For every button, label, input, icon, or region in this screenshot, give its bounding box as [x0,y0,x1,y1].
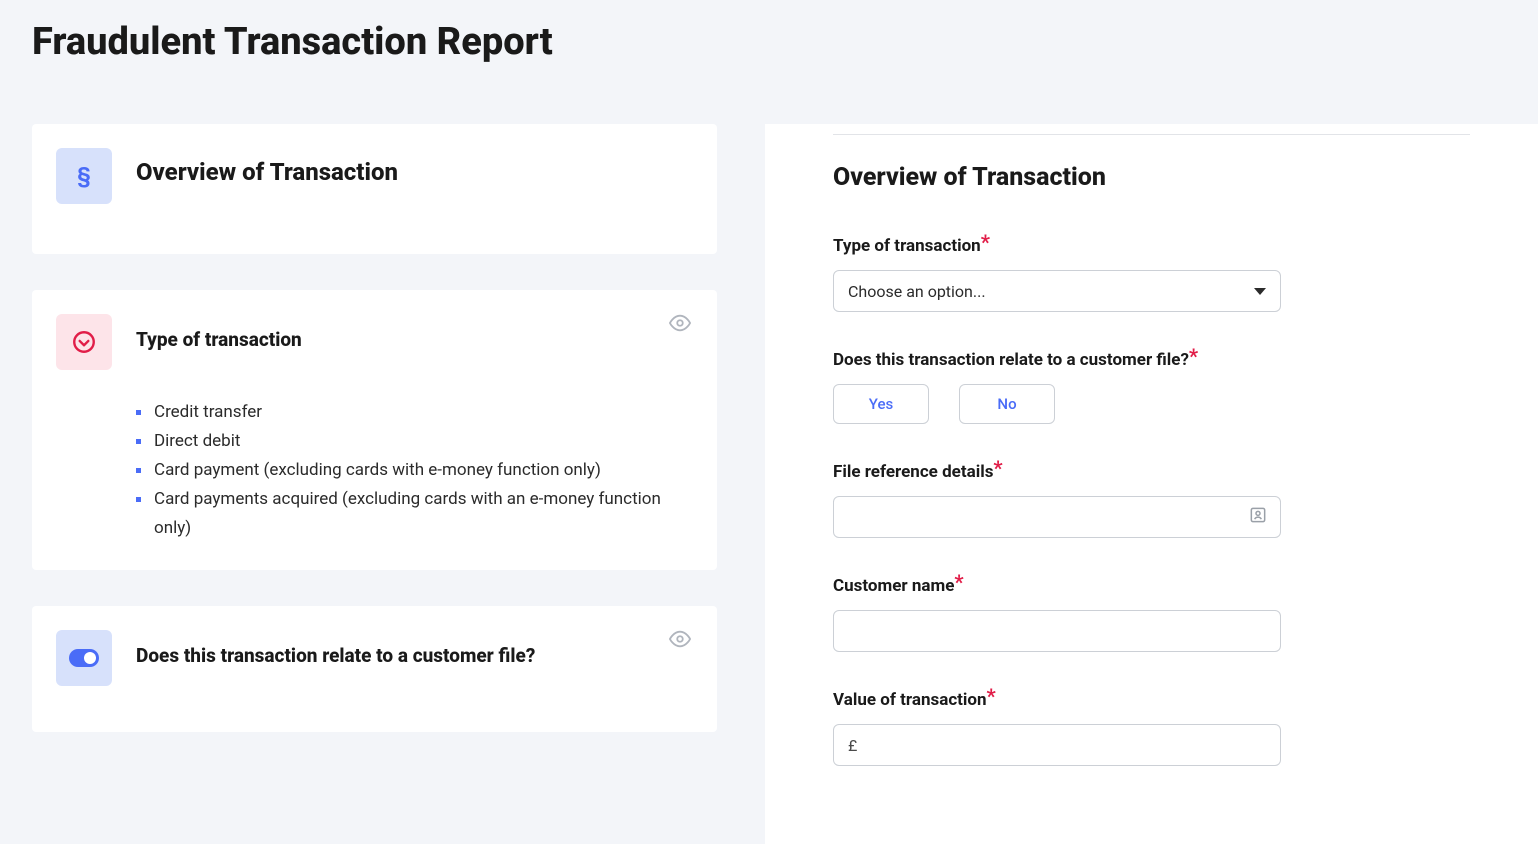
page-title: Fraudulent Transaction Report [0,0,1538,64]
list-item: Direct debit [136,427,663,456]
section-icon: § [56,148,112,204]
left-column: § Overview of Transaction Type of transa… [32,124,717,844]
field-customer-name: Customer name* [833,572,1470,652]
required-asterisk: * [981,230,990,254]
chevron-down-icon [1254,288,1266,295]
customer-name-input-wrap [833,610,1281,652]
list-item: Card payments acquired (excluding cards … [136,485,663,543]
contact-card-icon[interactable] [1248,505,1268,529]
transaction-type-list[interactable]: Credit transfer Direct debit Card paymen… [136,398,693,542]
form-title: Overview of Transaction [833,163,1470,192]
required-asterisk: * [993,456,1002,480]
yes-button[interactable]: Yes [833,384,929,424]
relate-customer-file-card[interactable]: Does this transaction relate to a custom… [32,606,717,732]
file-reference-input-wrap [833,496,1281,538]
main-layout: § Overview of Transaction Type of transa… [0,64,1538,844]
value-input[interactable] [863,725,1266,765]
file-reference-input[interactable] [848,497,1266,537]
field-file-reference: File reference details* [833,458,1470,538]
field-type-of-transaction: Type of transaction* Choose an option... [833,232,1470,312]
eye-icon[interactable] [669,628,691,654]
overview-card-title: Overview of Transaction [136,148,398,186]
type-label: Type of transaction* [833,232,990,256]
toggle-icon [56,630,112,686]
field-value-transaction: Value of transaction* £ [833,686,1470,766]
required-asterisk: * [954,570,963,594]
customer-name-label: Customer name* [833,572,964,596]
list-item: Credit transfer [136,398,663,427]
type-select[interactable]: Choose an option... [833,270,1281,312]
value-input-wrap: £ [833,724,1281,766]
overview-card[interactable]: § Overview of Transaction [32,124,717,254]
relate-label: Does this transaction relate to a custom… [833,346,1198,370]
eye-icon[interactable] [669,312,691,338]
relate-card-title: Does this transaction relate to a custom… [136,630,535,667]
type-of-transaction-card[interactable]: Type of transaction Credit transfer Dire… [32,290,717,570]
form-panel: Overview of Transaction Type of transact… [765,124,1538,844]
file-ref-label: File reference details* [833,458,1003,482]
currency-symbol: £ [848,736,857,755]
list-item: Card payment (excluding cards with e-mon… [136,456,663,485]
value-label: Value of transaction* [833,686,996,710]
no-button[interactable]: No [959,384,1055,424]
required-asterisk: * [1189,344,1198,368]
required-asterisk: * [987,684,996,708]
divider [833,134,1470,135]
customer-name-input[interactable] [848,611,1266,651]
field-relate-customer-file: Does this transaction relate to a custom… [833,346,1470,424]
select-placeholder: Choose an option... [848,282,986,301]
circle-chevron-down-icon [56,314,112,370]
type-card-title: Type of transaction [136,314,302,351]
